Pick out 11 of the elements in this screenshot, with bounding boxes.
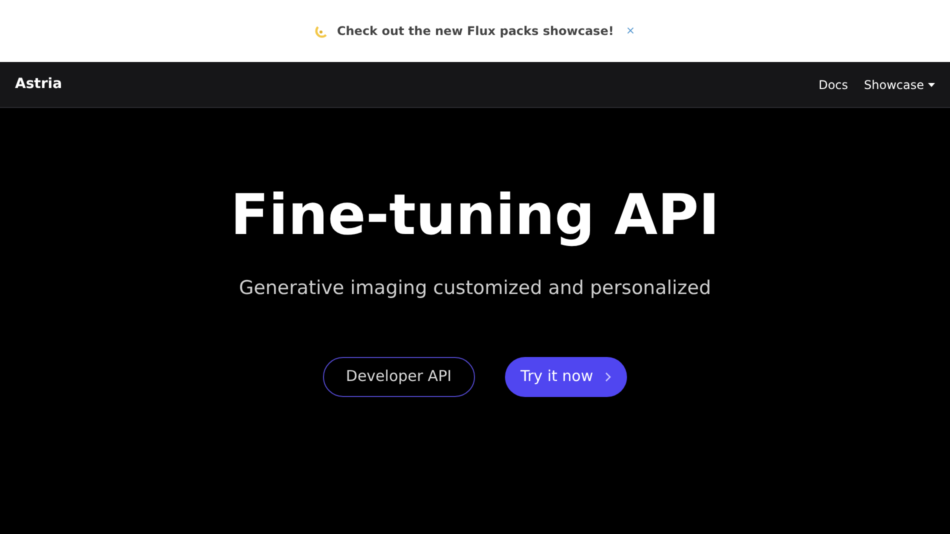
chevron-right-icon (605, 372, 612, 382)
announcement-link[interactable]: Check out the new Flux packs showcase! (336, 22, 614, 40)
brand-logo[interactable]: Astria (15, 74, 62, 95)
caret-icon (928, 82, 935, 86)
moon-icon (314, 24, 329, 38)
showcase-dropdown[interactable]: Showcase (864, 76, 935, 94)
developer-api-button[interactable]: Developer API (322, 356, 475, 396)
try-button[interactable]: Try it now (504, 356, 628, 396)
nav-link[interactable]: Docs (818, 76, 848, 94)
hero-subtitle: Generative imaging customized and personalized (238, 276, 712, 301)
hero-title: Fine-tuning API (230, 188, 720, 244)
